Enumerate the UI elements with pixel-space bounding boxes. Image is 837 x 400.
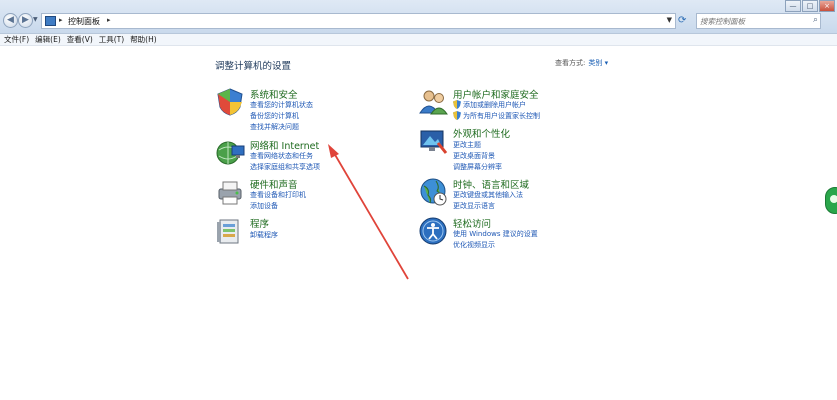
annotation-arrow-icon <box>328 144 409 280</box>
floating-side-widget[interactable] <box>825 187 837 214</box>
widget-icon <box>830 195 837 203</box>
